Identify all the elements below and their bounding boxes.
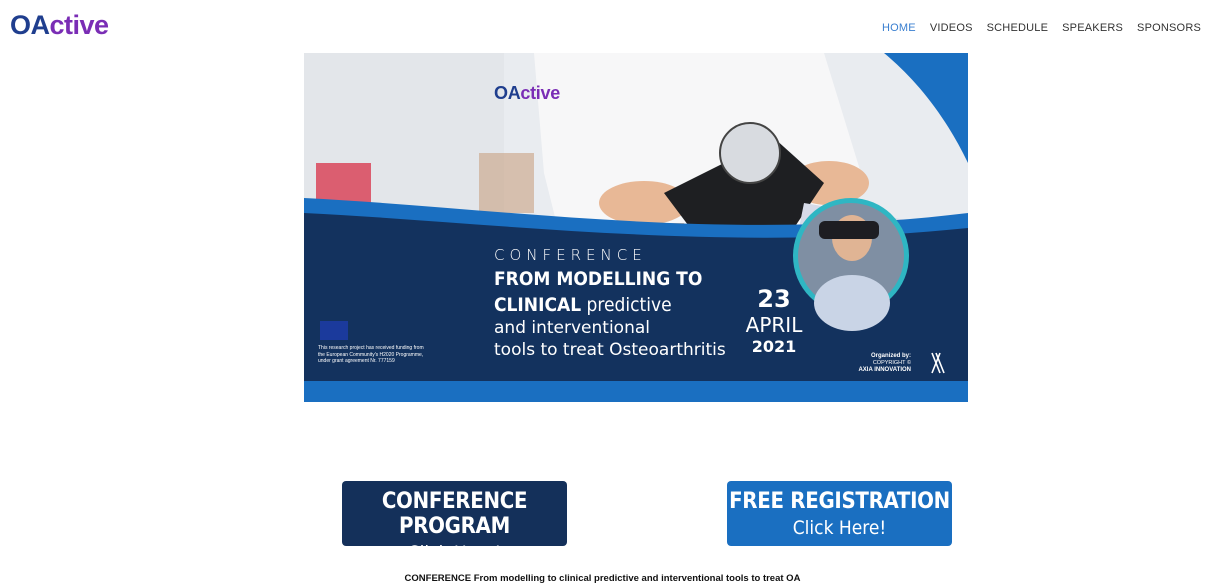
- eu-funding-text: This research project has received fundi…: [318, 345, 424, 364]
- conference-title: CONFERENCE FROM MODELLING TO CLINICAL pr…: [494, 246, 726, 360]
- site-logo[interactable]: OActive: [10, 12, 109, 39]
- banner-logo: OActive: [494, 83, 560, 104]
- conference-title-line1: FROM MODELLING TO: [494, 268, 703, 290]
- conference-title-line3: and interventional: [494, 318, 650, 338]
- date-month: APRIL: [745, 313, 803, 337]
- banner-logo-ctive: ctive: [520, 83, 560, 103]
- conference-program-title: CONFERENCE PROGRAM: [381, 489, 528, 539]
- logo-text-ctive: ctive: [49, 10, 110, 40]
- organized-by-label: Organized by:: [870, 353, 911, 359]
- nav-schedule[interactable]: SCHEDULE: [987, 22, 1049, 34]
- date-day: 23: [757, 285, 791, 313]
- date-year: 2021: [751, 337, 797, 356]
- conference-date: 23 APRIL 2021: [744, 285, 804, 356]
- banner-logo-oa: OA: [494, 83, 521, 103]
- logo-text-oa: OA: [10, 10, 50, 40]
- organizer-name: AXIA INNOVATION: [858, 367, 911, 373]
- nav-sponsors[interactable]: SPONSORS: [1137, 22, 1201, 34]
- eu-flag-icon: [320, 321, 348, 340]
- nav-videos[interactable]: VIDEOS: [930, 22, 973, 34]
- conference-title-line2-rest: predictive: [581, 294, 672, 316]
- free-registration-title: FREE REGISTRATION: [729, 489, 950, 514]
- free-registration-sub: Click Here!: [792, 517, 887, 539]
- nav-home[interactable]: HOME: [882, 22, 916, 34]
- conference-title-line2-bold: CLINICAL: [494, 294, 582, 316]
- free-registration-button[interactable]: FREE REGISTRATION Click Here!: [727, 481, 952, 546]
- conference-title-line2: CLINICAL predictive: [494, 294, 726, 316]
- conference-title-line4: tools to treat Osteoarthritis: [494, 340, 726, 360]
- conference-program-button[interactable]: CONFERENCE PROGRAM Click Here!: [342, 481, 567, 564]
- conference-banner: OActive CONFERENCE FROM MODELLING TO CLI…: [304, 53, 968, 402]
- conference-program-sub: Click Here!: [407, 542, 502, 564]
- main-nav: HOME VIDEOS SCHEDULE SPEAKERS SPONSORS: [882, 22, 1201, 34]
- conference-kicker: CONFERENCE: [494, 246, 647, 264]
- copyright-label: COPYRIGHT ©: [872, 360, 911, 366]
- organizer-block: Organized by: COPYRIGHT © AXIA INNOVATIO…: [856, 353, 911, 374]
- nav-speakers[interactable]: SPEAKERS: [1062, 22, 1123, 34]
- conference-caption: CONFERENCE From modelling to clinical pr…: [404, 573, 801, 584]
